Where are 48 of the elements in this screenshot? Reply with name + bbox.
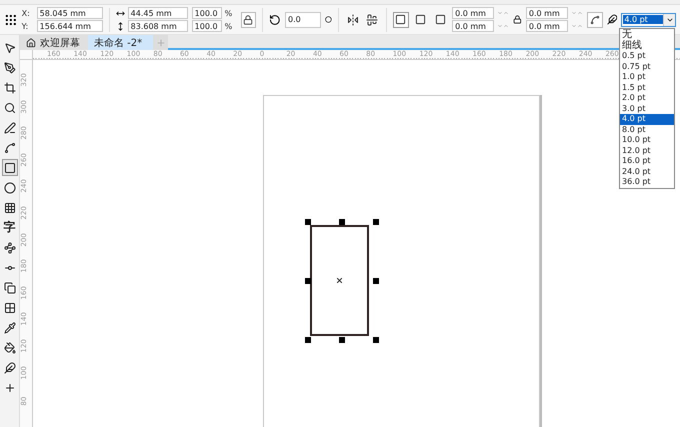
- selection-handle[interactable]: [339, 337, 345, 343]
- pen-nib-icon: [606, 14, 618, 25]
- text-tool[interactable]: 字: [2, 219, 18, 236]
- center-mark-icon: [337, 278, 342, 283]
- rectangle-shape[interactable]: [310, 225, 369, 336]
- dropdown-option[interactable]: 4.0 pt: [620, 114, 674, 124]
- plus-icon: [156, 38, 166, 48]
- x-label: X:: [22, 8, 31, 18]
- scale-x-field[interactable]: 100.0: [192, 7, 222, 19]
- selection-handle[interactable]: [305, 278, 311, 284]
- rotate-icon: [269, 14, 281, 26]
- lock-icon[interactable]: [513, 15, 522, 24]
- scale-y-field[interactable]: 100.0: [192, 20, 222, 32]
- round-corner-button[interactable]: [393, 12, 409, 28]
- corner-radius-field[interactable]: 0.0 mm: [452, 20, 494, 32]
- selection-handle[interactable]: [373, 337, 379, 343]
- rectangle-tool-icon[interactable]: [2, 159, 18, 176]
- document-tab[interactable]: 欢迎屏幕: [20, 35, 88, 50]
- corner-scaling-button[interactable]: [586, 12, 603, 28]
- reference-point-icon[interactable]: [4, 12, 18, 26]
- lock-icon: [243, 14, 254, 24]
- curve-icon: [590, 14, 600, 24]
- selection-handle[interactable]: [339, 219, 345, 225]
- percent-label: %: [224, 22, 234, 30]
- percent-label: %: [224, 8, 234, 18]
- y-label: Y:: [22, 22, 30, 30]
- circle-icon[interactable]: [325, 16, 332, 23]
- corner-radius-field[interactable]: 0.0 mm: [452, 7, 494, 19]
- lock-ratio-button[interactable]: [240, 12, 256, 28]
- corner-radius-field[interactable]: 0.0 mm: [526, 7, 568, 19]
- selection-handle[interactable]: [373, 278, 379, 284]
- x-position-field[interactable]: 58.045 mm: [36, 7, 103, 19]
- height-icon: [116, 22, 125, 30]
- document-tab[interactable]: 未命名 -2*: [88, 35, 153, 50]
- dropdown-option[interactable]: 8.0 pt: [620, 124, 674, 135]
- height-field[interactable]: 83.608 mm: [128, 20, 188, 32]
- y-position-field[interactable]: 156.644 mm: [36, 20, 103, 32]
- selection-handle[interactable]: [305, 337, 311, 343]
- align-button[interactable]: [364, 12, 380, 28]
- selection-handle[interactable]: [373, 219, 379, 225]
- caret-icon[interactable]: [663, 14, 676, 26]
- corner-radius-field[interactable]: 0.0 mm: [526, 20, 568, 32]
- width-field[interactable]: 44.45 mm: [128, 7, 188, 19]
- selection-handle[interactable]: [305, 219, 311, 225]
- home-icon: [26, 38, 36, 48]
- outline-width-dropdown[interactable]: 4.0 pt: [621, 12, 676, 26]
- width-icon: [116, 8, 125, 18]
- rotation-field[interactable]: 0.0: [285, 12, 321, 28]
